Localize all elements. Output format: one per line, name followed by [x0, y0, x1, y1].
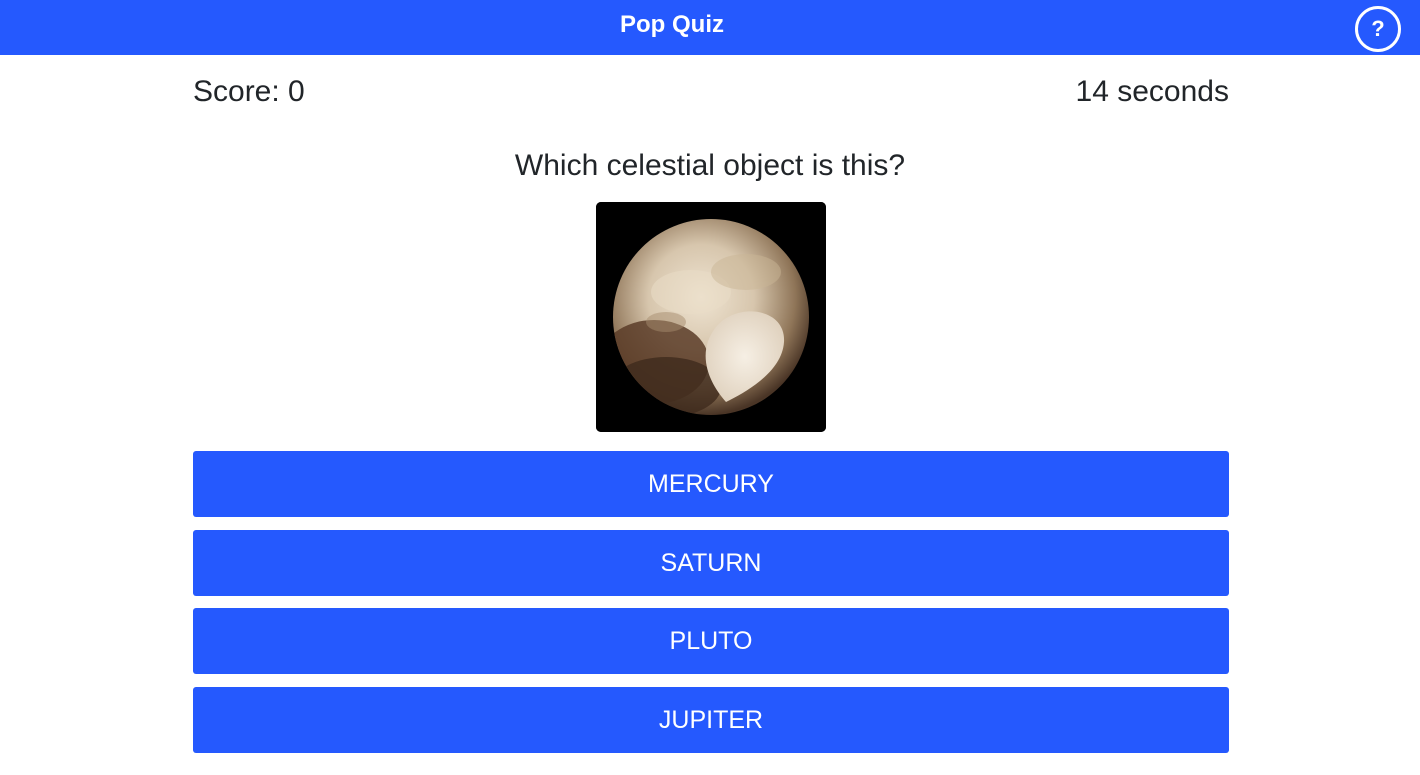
timer-display: 14 seconds	[1075, 75, 1229, 108]
answer-button-saturn[interactable]: SATURN	[193, 529, 1229, 596]
pluto-image	[596, 202, 826, 432]
app-header: Pop Quiz ?	[0, 0, 1420, 55]
question-text: Which celestial object is this?	[514, 149, 906, 182]
answer-button-pluto[interactable]: PLUTO	[193, 608, 1229, 674]
answer-list: MERCURY SATURN PLUTO JUPITER	[193, 451, 1229, 765]
help-button[interactable]: ?	[1355, 6, 1401, 52]
score-display: Score: 0	[193, 75, 305, 108]
answer-button-jupiter[interactable]: JUPITER	[193, 686, 1229, 753]
app-title: Pop Quiz	[620, 11, 724, 38]
question-image	[596, 202, 826, 432]
answer-button-mercury[interactable]: MERCURY	[193, 451, 1229, 517]
